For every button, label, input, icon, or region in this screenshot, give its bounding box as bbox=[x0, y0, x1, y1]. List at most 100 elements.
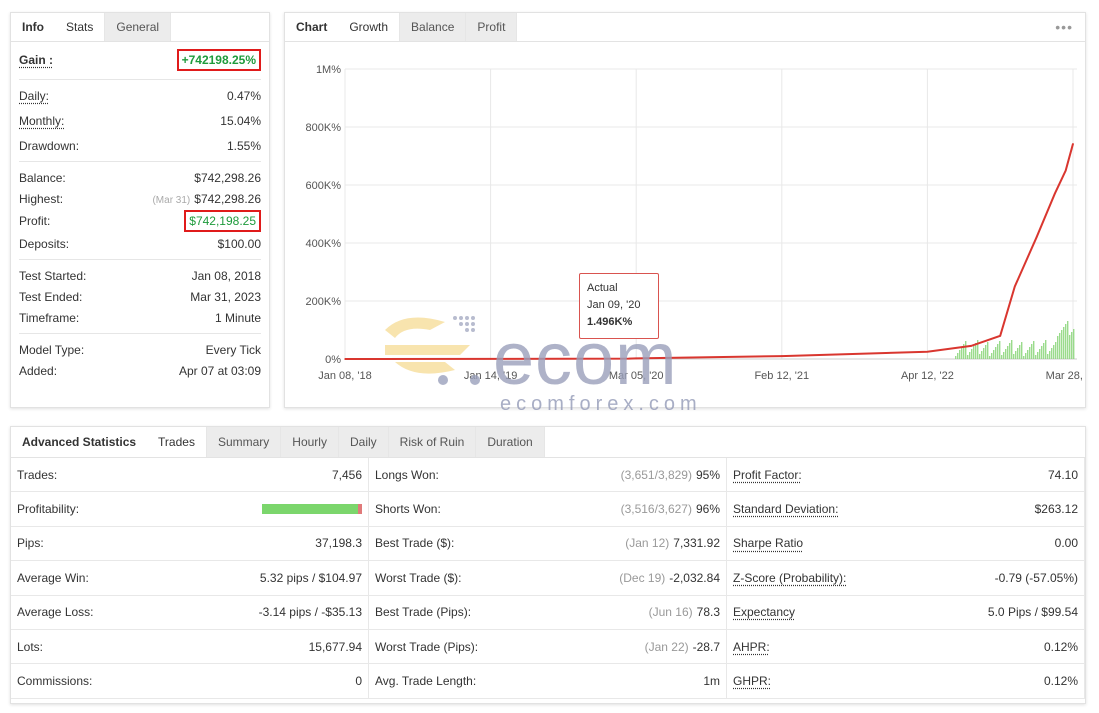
deposits-value: $100.00 bbox=[217, 236, 261, 251]
stat-lots: Lots: 15,677.94 bbox=[11, 629, 369, 665]
volume-bar bbox=[1001, 355, 1003, 359]
tab-growth[interactable]: Growth bbox=[338, 13, 401, 41]
stat-hint: (Jan 22) bbox=[644, 639, 689, 654]
volume-bar bbox=[1061, 330, 1063, 359]
tab-hourly[interactable]: Hourly bbox=[281, 427, 339, 457]
tab-daily[interactable]: Daily bbox=[338, 427, 389, 457]
volume-bar bbox=[1003, 352, 1005, 359]
balance-value: $742,298.26 bbox=[194, 170, 261, 185]
x-tick-label: Feb 12, '21 bbox=[754, 370, 809, 382]
volume-bar bbox=[1031, 344, 1033, 359]
chart-menu-icon[interactable]: ••• bbox=[1055, 19, 1073, 35]
gain-label[interactable]: Gain : bbox=[19, 53, 53, 67]
stat-label[interactable]: AHPR: bbox=[733, 640, 770, 654]
growth-point bbox=[1035, 236, 1038, 238]
growth-point bbox=[1072, 142, 1074, 145]
stat-label: Longs Won: bbox=[375, 467, 439, 482]
model-type-label: Model Type: bbox=[19, 342, 85, 357]
stat-ahpr: AHPR: 0.12% bbox=[727, 629, 1085, 665]
tab-balance[interactable]: Balance bbox=[400, 13, 467, 41]
tab-stats[interactable]: Stats bbox=[55, 13, 106, 41]
y-tick-label: 800K% bbox=[306, 122, 342, 134]
stat-value: 74.10 bbox=[1047, 467, 1078, 482]
volume-bar bbox=[985, 345, 987, 359]
volume-bar bbox=[1033, 341, 1035, 359]
stat-label[interactable]: Sharpe Ratio bbox=[733, 536, 803, 550]
volume-bar bbox=[1071, 332, 1073, 359]
y-tick-label: 0% bbox=[325, 354, 341, 366]
volume-bar bbox=[971, 349, 973, 359]
volume-bar bbox=[1049, 351, 1051, 359]
model-type-value: Every Tick bbox=[205, 342, 261, 357]
tooltip-series: Actual bbox=[587, 282, 618, 294]
drawdown-value: 1.55% bbox=[226, 138, 261, 153]
stat-label: Profitability: bbox=[17, 502, 80, 517]
volume-bar bbox=[1019, 345, 1021, 359]
monthly-label[interactable]: Monthly: bbox=[19, 114, 64, 128]
stat-label[interactable]: GHPR: bbox=[733, 674, 771, 688]
stat-shorts-won: Shorts Won: (3,516/3,627) 96% bbox=[369, 492, 727, 527]
stat-label: Avg. Trade Length: bbox=[375, 674, 477, 689]
tab-duration[interactable]: Duration bbox=[476, 427, 545, 457]
growth-point bbox=[628, 357, 630, 360]
growth-chart[interactable]: 1M% 800K% 600K% 400K% 200K% 0% Jan 08, '18 Jan … bbox=[285, 43, 1085, 407]
volume-bar bbox=[1073, 329, 1075, 359]
timeframe-value: 1 Minute bbox=[214, 310, 261, 325]
chart-panel: Chart Growth Balance Profit ••• 1M% 800K%… bbox=[284, 12, 1086, 408]
tab-general[interactable]: General bbox=[105, 13, 172, 41]
stat-worst-trade-usd: Worst Trade ($): (Dec 19) -2,032.84 bbox=[369, 561, 727, 596]
volume-bar bbox=[967, 355, 969, 359]
tab-summary[interactable]: Summary bbox=[206, 427, 282, 457]
stat-label: Commissions: bbox=[17, 674, 93, 689]
highest-date: (Mar 31) bbox=[152, 194, 191, 206]
highest-label: Highest: bbox=[19, 191, 64, 206]
stat-label[interactable]: Expectancy bbox=[733, 605, 795, 619]
volume-bar bbox=[1035, 355, 1037, 359]
stat-expectancy: Expectancy 5.0 Pips / $99.54 bbox=[727, 595, 1085, 630]
volume-bar bbox=[969, 352, 971, 359]
stat-label[interactable]: Profit Factor: bbox=[733, 468, 802, 482]
stat-value: -3.14 pips / -$35.13 bbox=[258, 605, 362, 620]
stat-value: -2,032.84 bbox=[669, 570, 720, 585]
stat-z-score: Z-Score (Probability): -0.79 (-57.05%) bbox=[727, 561, 1085, 596]
growth-point bbox=[999, 335, 1001, 337]
stat-label: Trades: bbox=[17, 467, 58, 482]
volume-bar bbox=[1065, 324, 1067, 359]
volume-bar bbox=[1017, 348, 1019, 359]
stat-label[interactable]: Standard Deviation: bbox=[733, 502, 838, 516]
stat-label[interactable]: Z-Score (Probability): bbox=[733, 571, 846, 585]
test-ended-label: Test Ended: bbox=[19, 289, 83, 304]
tab-advanced-statistics: Advanced Statistics bbox=[22, 435, 137, 449]
volume-bar bbox=[973, 346, 975, 359]
tab-chart: Chart bbox=[296, 20, 328, 34]
tab-trades[interactable]: Trades bbox=[147, 427, 207, 457]
stat-label: Worst Trade ($): bbox=[375, 570, 462, 585]
tab-risk-of-ruin[interactable]: Risk of Ruin bbox=[388, 427, 477, 457]
growth-point bbox=[1013, 285, 1016, 288]
stat-hint: (3,651/3,829) bbox=[620, 467, 692, 482]
volume-bar bbox=[1025, 353, 1027, 359]
tooltip-value: 1.496K% bbox=[587, 316, 633, 328]
volume-bar bbox=[993, 350, 995, 359]
growth-point bbox=[970, 345, 972, 347]
stat-hint: (Dec 19) bbox=[619, 570, 666, 585]
growth-point bbox=[344, 358, 346, 360]
stat-worst-trade-pips: Worst Trade (Pips): (Jan 22) -28.7 bbox=[369, 629, 727, 665]
volume-bar bbox=[999, 341, 1001, 359]
volume-bar bbox=[1039, 349, 1041, 359]
stat-value: -0.79 (-57.05%) bbox=[994, 570, 1078, 585]
volume-bar bbox=[1009, 343, 1011, 359]
stat-trades: Trades: 7,456 bbox=[11, 458, 369, 493]
tab-profit[interactable]: Profit bbox=[466, 13, 518, 41]
stat-label: Worst Trade (Pips): bbox=[375, 639, 479, 654]
highest-value: $742,298.26 bbox=[194, 191, 261, 206]
profit-label: Profit: bbox=[19, 214, 51, 228]
daily-label[interactable]: Daily: bbox=[19, 89, 49, 103]
volume-bar bbox=[1037, 352, 1039, 359]
volume-bar bbox=[1053, 345, 1055, 359]
stat-hint: (3,516/3,627) bbox=[620, 502, 692, 517]
stat-longs-won: Longs Won: (3,651/3,829) 95% bbox=[369, 458, 727, 493]
stat-value: 0.12% bbox=[1043, 674, 1078, 689]
stat-value: 7,331.92 bbox=[673, 536, 720, 551]
stat-best-trade-pips: Best Trade (Pips): (Jun 16) 78.3 bbox=[369, 595, 727, 630]
